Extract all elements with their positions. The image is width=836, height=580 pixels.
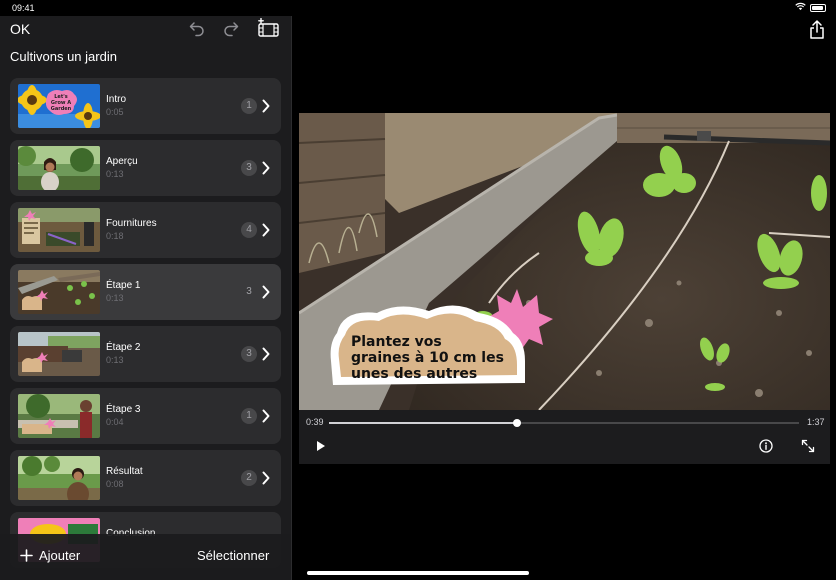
scene-duration: 0:04 [106,417,124,427]
scene-thumbnail [18,208,100,252]
video-preview[interactable]: Plantez vos graines à 10 cm les unes des… [299,113,830,410]
scrubber[interactable] [329,419,799,427]
info-icon[interactable] [759,439,773,453]
scene-duration: 0:18 [106,231,124,241]
clip-count-badge: 4 [241,222,257,238]
scene-label: Résultat [106,466,143,477]
scene-item-resultat[interactable]: Résultat 0:08 2 [10,450,281,506]
chevron-right-icon [262,409,270,423]
status-bar: 09:41 [0,0,836,16]
video-viewer: Plantez vos graines à 10 cm les unes des… [299,113,830,464]
clip-count-badge: 3 [241,160,257,176]
add-button-label: Ajouter [39,548,81,563]
scene-thumbnail [18,332,100,376]
battery-icon [810,4,826,12]
caption-line-2: graines à 10 cm les [351,350,504,366]
current-time: 0:39 [306,417,324,427]
scene-duration: 0:05 [106,107,124,117]
expand-icon[interactable] [801,439,815,453]
chevron-right-icon [262,285,270,299]
caption-line-1: Plantez vos [351,334,442,350]
scrubber-knob[interactable] [513,419,521,427]
chevron-right-icon [262,223,270,237]
chevron-right-icon [262,99,270,113]
scene-sidebar: OK Cultivons un jardin Let's Grow A Gard… [0,16,292,580]
clip-count-badge: 3 [241,346,257,362]
status-time: 09:41 [12,3,35,13]
scene-duration: 0:08 [106,479,124,489]
scene-item-fournitures[interactable]: Fournitures 0:18 4 [10,202,281,258]
scene-label: Aperçu [106,156,138,167]
home-indicator [307,571,529,575]
chevron-right-icon [262,471,270,485]
scene-duration: 0:13 [106,169,124,179]
scene-label: Intro [106,94,127,105]
chevron-right-icon [262,347,270,361]
wifi-icon [795,2,806,11]
scene-duration: 0:13 [106,293,124,303]
playback-controls: 0:39 1:37 [299,410,830,464]
scene-thumbnail [18,146,100,190]
ok-button[interactable]: OK [10,21,30,37]
project-title: Cultivons un jardin [10,49,117,64]
scene-thumbnail [18,394,100,438]
add-clip-icon[interactable] [257,18,280,38]
scene-thumbnail: Let's Grow A Garden [18,84,100,128]
scene-label: Étape 3 [106,404,141,415]
clip-count-badge: 3 [246,286,252,297]
play-icon[interactable] [316,440,326,452]
undo-icon[interactable] [188,19,206,37]
scene-item-etape-1[interactable]: Étape 1 0:13 3 [10,264,281,320]
caption-line-3: unes des autres [351,366,477,382]
clip-count-badge: 1 [241,98,257,114]
scene-item-etape-3[interactable]: Étape 3 0:04 1 [10,388,281,444]
plus-icon [20,549,33,562]
scene-thumbnail [18,270,100,314]
total-time: 1:37 [807,417,825,427]
intro-thumb-line-3: Garden [51,106,72,112]
sidebar-bottom-bar: Ajouter Sélectionner [0,534,291,580]
add-button[interactable]: Ajouter [20,548,80,563]
clip-count-badge: 2 [241,470,257,486]
scene-duration: 0:13 [106,355,124,365]
chevron-right-icon [262,161,270,175]
scene-thumbnail [18,456,100,500]
scrubber-progress [329,422,517,424]
share-icon[interactable] [808,20,826,40]
scene-item-apercu[interactable]: Aperçu 0:13 3 [10,140,281,196]
scene-label: Étape 2 [106,342,141,353]
redo-icon[interactable] [222,19,240,37]
select-button[interactable]: Sélectionner [197,548,269,563]
scene-label: Étape 1 [106,280,141,291]
scene-item-intro[interactable]: Let's Grow A Garden Intro 0:05 1 [10,78,281,134]
clip-count-badge: 1 [241,408,257,424]
scene-item-etape-2[interactable]: Étape 2 0:13 3 [10,326,281,382]
scene-label: Fournitures [106,218,157,229]
